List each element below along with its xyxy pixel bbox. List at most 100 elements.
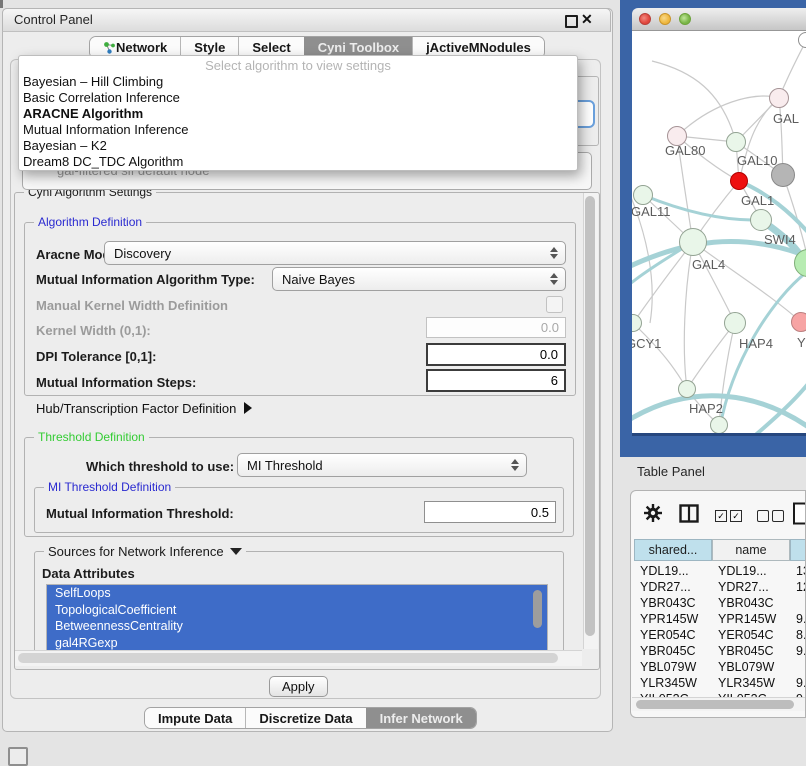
data-attributes-list[interactable]: SelfLoopsTopologicalCoefficientBetweenne… (46, 584, 548, 651)
node-label-gcy1: GCY1 (632, 336, 661, 351)
manual-kernel-checkbox[interactable] (546, 296, 563, 313)
table-cell[interactable]: YBR043C (640, 595, 710, 611)
table-cell[interactable]: YPR145W (718, 611, 788, 627)
settings-vscrollbar-thumb[interactable] (585, 196, 595, 636)
network-canvas[interactable]: GALGAL80GAL10GAL1GAL11SWI4GAL4GCY1HAP4YH… (632, 31, 806, 436)
tab-label: jActiveMNodules (426, 40, 531, 55)
network-node-gal4[interactable] (679, 228, 707, 256)
control-panel-title: Control Panel (14, 12, 93, 27)
dropdown-item-bayesian-k2[interactable]: Bayesian – K2 (19, 138, 577, 154)
column-view-icon[interactable] (679, 504, 699, 523)
table-cell[interactable]: YBR045C (718, 643, 788, 659)
dropdown-item-basic-correlation-inference[interactable]: Basic Correlation Inference (19, 90, 577, 106)
node-label-y: Y (797, 335, 806, 350)
tab-label: Infer Network (380, 711, 463, 726)
dropdown-item-dream8-dc-tdc-algorithm[interactable]: Dream8 DC_TDC Algorithm (19, 154, 577, 170)
mi-steps-field[interactable] (426, 369, 566, 392)
apply-button[interactable]: Apply (269, 676, 328, 697)
network-node-gal10[interactable] (726, 132, 746, 152)
dpi-tolerance-label: DPI Tolerance [0,1]: (36, 349, 156, 364)
network-node-swi4[interactable] (750, 209, 772, 231)
aracne-mode-combo[interactable]: Discovery (104, 241, 566, 265)
bottom-tabbar: Impute DataDiscretize Data Infer Network (144, 707, 477, 729)
mi-steps-label: Mutual Information Steps: (36, 375, 196, 390)
attribute-item-betweennesscentrality[interactable]: BetweennessCentrality (47, 618, 547, 635)
table-cell[interactable]: YBL079W (718, 659, 788, 675)
tab-label: Cyni Toolbox (318, 40, 399, 55)
table-cell[interactable]: 12 (796, 579, 806, 595)
list-scrollbar-thumb[interactable] (533, 590, 542, 628)
table-hscrollbar[interactable] (632, 697, 806, 711)
table-cell[interactable]: 13 (796, 563, 806, 579)
mi-type-combo[interactable]: Naive Bayes (272, 267, 566, 291)
dropdown-item-bayesian-hill-climbing[interactable]: Bayesian – Hill Climbing (19, 74, 577, 90)
table-cell[interactable]: YDR27... (718, 579, 788, 595)
table-cell[interactable]: YLR345W (718, 675, 788, 691)
expanded-arrow-icon (230, 548, 242, 555)
network-node-gal11[interactable] (633, 185, 653, 205)
which-threshold-combo[interactable]: MI Threshold (237, 453, 527, 477)
attribute-item-gal4rgexp[interactable]: gal4RGexp (47, 635, 547, 652)
column-header-clipped[interactable] (790, 539, 806, 561)
network-node-gal[interactable] (769, 88, 789, 108)
table-cell[interactable]: YDR27... (640, 579, 710, 595)
control-panel-titlebar (2, 8, 611, 32)
settings-hscrollbar-thumb[interactable] (18, 653, 558, 663)
table-cell[interactable]: YPR145W (640, 611, 710, 627)
column-header-name[interactable]: name (712, 539, 790, 561)
attribute-item-topologicalcoefficient[interactable]: TopologicalCoefficient (47, 602, 547, 619)
dropdown-prompt: Select algorithm to view settings (19, 58, 577, 74)
document-icon[interactable] (792, 502, 806, 525)
table-cell[interactable]: YBR043C (718, 595, 788, 611)
table-cell[interactable]: YDL19... (718, 563, 788, 579)
attribute-item-selfloops[interactable]: SelfLoops (47, 585, 547, 602)
table-cell[interactable]: YBL079W (640, 659, 710, 675)
table-cell[interactable]: YER054C (718, 627, 788, 643)
table-hscrollbar-thumb[interactable] (636, 700, 794, 709)
which-threshold-label: Which threshold to use: (86, 459, 234, 474)
node-bottom[interactable] (710, 416, 728, 434)
minimize-window-icon[interactable] (659, 13, 671, 25)
gear-icon[interactable] (643, 503, 663, 523)
close-window-icon[interactable] (639, 13, 651, 25)
checked-checkbox-icon[interactable]: ✓ (730, 510, 742, 522)
float-panel-icon[interactable] (565, 15, 578, 28)
network-node-y[interactable] (791, 312, 806, 332)
dpi-tolerance-field[interactable] (426, 343, 566, 366)
network-node-hap2[interactable] (678, 380, 696, 398)
table-cell[interactable]: 9. (796, 643, 806, 659)
network-node-gal1[interactable] (730, 172, 748, 190)
column-header-shared[interactable]: shared... (634, 539, 712, 561)
node-label-hap4: HAP4 (739, 336, 773, 351)
tab-infer-network[interactable]: Infer Network (366, 708, 476, 728)
table-cell[interactable]: YER054C (640, 627, 710, 643)
unchecked-checkbox-icon[interactable] (757, 510, 769, 522)
close-panel-icon[interactable]: ✕ (581, 11, 593, 28)
table-cell[interactable]: 8. (796, 627, 806, 643)
sources-group-title[interactable]: Sources for Network Inference (44, 544, 246, 559)
mi-type-value: Naive Bayes (273, 272, 546, 287)
table-cell[interactable]: YLR345W (640, 675, 710, 691)
checked-checkbox-icon[interactable]: ✓ (715, 510, 727, 522)
table-cell[interactable]: 9. (796, 675, 806, 691)
tab-discretize-data[interactable]: Discretize Data (245, 708, 365, 728)
kernel-width-field[interactable] (426, 317, 566, 338)
network-window-titlebar[interactable] (632, 8, 806, 31)
data-attributes-label: Data Attributes (42, 566, 135, 581)
tab-impute-data[interactable]: Impute Data (145, 708, 245, 728)
table-panel-window: ✓ ✓ shared...name YDL19... YDL19... 13 YDR2… (630, 490, 806, 718)
dropdown-item-aracne-algorithm[interactable]: ARACNE Algorithm (19, 106, 577, 122)
network-node-hap4[interactable] (724, 312, 746, 334)
combo-stepper-icon (546, 247, 562, 259)
table-panel-title: Table Panel (637, 464, 705, 479)
mi-threshold-field[interactable] (424, 501, 556, 523)
zoom-window-icon[interactable] (679, 13, 691, 25)
node-label-gal4: GAL4 (692, 257, 725, 272)
dropdown-item-mutual-information-inference[interactable]: Mutual Information Inference (19, 122, 577, 138)
table-cell[interactable]: YBR045C (640, 643, 710, 659)
unchecked-checkbox-icon[interactable] (772, 510, 784, 522)
table-cell[interactable]: 9. (796, 611, 806, 627)
hub-definition-toggle[interactable]: Hub/Transcription Factor Definition (36, 401, 252, 416)
minimized-panel-icon[interactable] (8, 747, 28, 766)
table-cell[interactable]: YDL19... (640, 563, 710, 579)
